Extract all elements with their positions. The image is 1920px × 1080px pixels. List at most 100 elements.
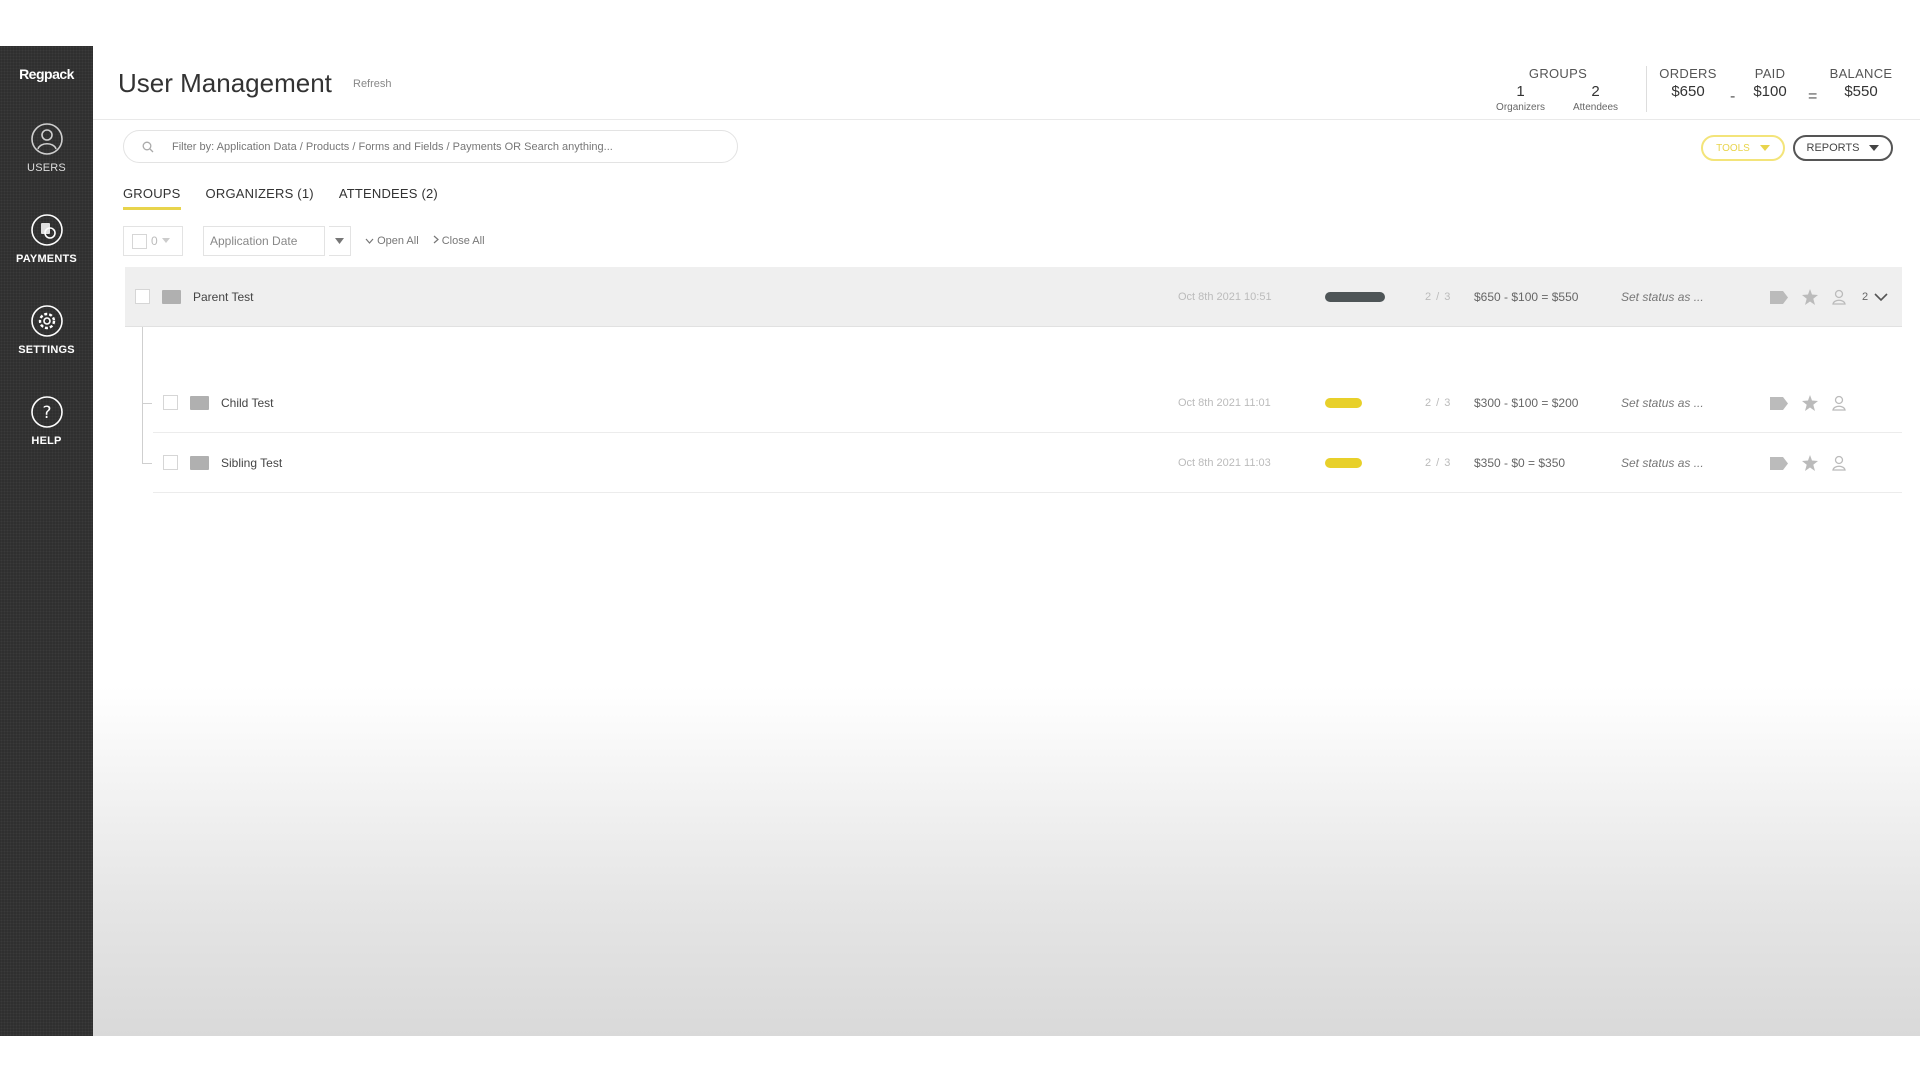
caret-down-icon <box>335 237 344 244</box>
organizers-label: Organizers <box>1496 102 1545 113</box>
tag-icon[interactable] <box>1770 456 1788 470</box>
orders-label: ORDERS <box>1659 66 1717 81</box>
row-name[interactable]: Parent Test <box>193 290 253 304</box>
table-row[interactable]: Child Test Oct 8th 2021 11:01 2 / 3 $300… <box>153 373 1902 433</box>
tab-groups[interactable]: GROUPS <box>123 186 181 210</box>
search-icon <box>142 141 154 152</box>
set-status-link[interactable]: Set status as ... <box>1621 433 1704 493</box>
svg-text:?: ? <box>42 403 51 423</box>
row-date: Oct 8th 2021 11:03 <box>1178 457 1271 469</box>
sidebar: Regpack USERS PAYMENTS SETTINGS ? HELP <box>0 46 93 1036</box>
row-name[interactable]: Child Test <box>221 396 273 410</box>
bulk-select-dropdown[interactable]: 0 <box>123 226 183 256</box>
paid-summary: PAID $100 <box>1744 66 1796 100</box>
tree-connector <box>142 463 152 464</box>
balance-summary: BALANCE $550 <box>1826 66 1896 100</box>
row-date: Oct 8th 2021 11:01 <box>1178 397 1271 409</box>
sort-select[interactable]: Application Date <box>203 226 325 256</box>
sidebar-item-label: PAYMENTS <box>16 253 77 265</box>
background-fade <box>93 686 1920 1036</box>
chevron-right-icon <box>433 235 439 244</box>
child-count: 2 <box>1862 291 1869 303</box>
row-checkbox[interactable] <box>163 455 178 470</box>
help-icon: ? <box>30 396 63 428</box>
chevron-down-icon <box>161 238 170 243</box>
row-billing: $650 - $100 = $550 <box>1474 290 1579 304</box>
reports-label: REPORTS <box>1806 142 1860 154</box>
sidebar-item-payments[interactable]: PAYMENTS <box>0 213 93 265</box>
sort-dropdown-toggle[interactable] <box>329 226 351 256</box>
progress-bar <box>1325 292 1385 302</box>
minus-sign: - <box>1730 88 1736 105</box>
set-status-link[interactable]: Set status as ... <box>1621 373 1704 433</box>
row-actions <box>1770 373 1846 433</box>
search-input[interactable] <box>172 140 692 153</box>
star-icon[interactable] <box>1802 455 1818 471</box>
tools-button[interactable]: TOOLS <box>1701 135 1785 161</box>
refresh-link[interactable]: Refresh <box>353 78 392 90</box>
row-ratio: 2 / 3 <box>1425 291 1452 303</box>
page-title: User Management <box>118 68 332 98</box>
select-all-checkbox[interactable] <box>132 233 147 249</box>
tag-icon[interactable] <box>1770 396 1788 410</box>
page-header: User Management Refresh GROUPS 1 Organiz… <box>93 46 1920 120</box>
app-frame: Regpack USERS PAYMENTS SETTINGS ? HELP U… <box>0 46 1920 1036</box>
equals-sign: = <box>1808 88 1818 105</box>
set-status-link[interactable]: Set status as ... <box>1621 267 1704 327</box>
chevron-down-icon <box>365 238 374 244</box>
row-ratio: 2 / 3 <box>1425 457 1452 469</box>
caret-down-icon <box>1759 145 1770 151</box>
tab-organizers[interactable]: ORGANIZERS (1) <box>206 186 314 210</box>
payments-icon <box>30 214 63 246</box>
folder-icon <box>190 455 209 470</box>
paid-label: PAID <box>1754 66 1786 81</box>
folder-icon <box>162 289 181 304</box>
row-checkbox[interactable] <box>135 289 150 304</box>
row-billing: $300 - $100 = $200 <box>1474 396 1579 410</box>
tree-connector <box>142 403 152 404</box>
user-icon[interactable] <box>1832 395 1846 411</box>
groups-label: GROUPS <box>1528 66 1588 81</box>
row-progress <box>1325 433 1362 493</box>
attendees-label: Attendees <box>1572 102 1619 113</box>
row-progress <box>1325 373 1362 433</box>
tab-attendees[interactable]: ATTENDEES (2) <box>339 186 438 210</box>
close-all-link[interactable]: Close All <box>433 235 485 247</box>
caret-down-icon <box>1869 145 1880 151</box>
user-icon[interactable] <box>1832 289 1846 305</box>
reports-button[interactable]: REPORTS <box>1793 135 1893 161</box>
tab-bar: GROUPS ORGANIZERS (1) ATTENDEES (2) <box>123 186 438 210</box>
sidebar-item-label: USERS <box>27 162 66 174</box>
sidebar-item-users[interactable]: USERS <box>0 122 93 174</box>
row-date: Oct 8th 2021 10:51 <box>1178 291 1272 303</box>
chevron-down-icon[interactable] <box>1874 292 1888 302</box>
row-actions: 2 <box>1770 267 1888 327</box>
folder-icon <box>190 395 209 410</box>
header-divider <box>1646 66 1647 112</box>
sidebar-item-label: SETTINGS <box>18 344 75 356</box>
row-checkbox[interactable] <box>163 395 178 410</box>
app-logo[interactable]: Regpack <box>0 66 93 82</box>
table-row[interactable]: Sibling Test Oct 8th 2021 11:03 2 / 3 $3… <box>153 433 1902 493</box>
open-all-link[interactable]: Open All <box>365 235 419 247</box>
row-name[interactable]: Sibling Test <box>221 456 282 470</box>
sidebar-item-settings[interactable]: SETTINGS <box>0 304 93 356</box>
sidebar-item-help[interactable]: ? HELP <box>0 395 93 447</box>
orders-value: $650 <box>1671 83 1705 100</box>
search-bar[interactable] <box>123 130 738 163</box>
paid-value: $100 <box>1753 83 1787 100</box>
tag-icon[interactable] <box>1770 290 1788 304</box>
balance-label: BALANCE <box>1829 66 1893 81</box>
progress-bar <box>1325 398 1362 408</box>
row-billing: $350 - $0 = $350 <box>1474 456 1566 470</box>
table-row[interactable]: Parent Test Oct 8th 2021 10:51 2 / 3 $65… <box>125 267 1902 327</box>
gear-icon <box>30 305 63 337</box>
open-all-label: Open All <box>377 235 419 247</box>
balance-value: $550 <box>1844 83 1878 100</box>
star-icon[interactable] <box>1802 395 1818 411</box>
star-icon[interactable] <box>1802 289 1818 305</box>
user-icon[interactable] <box>1832 455 1846 471</box>
main-content: User Management Refresh GROUPS 1 Organiz… <box>93 46 1920 1036</box>
attendees-count: 2 <box>1591 83 1600 100</box>
sidebar-item-label: HELP <box>31 435 62 447</box>
